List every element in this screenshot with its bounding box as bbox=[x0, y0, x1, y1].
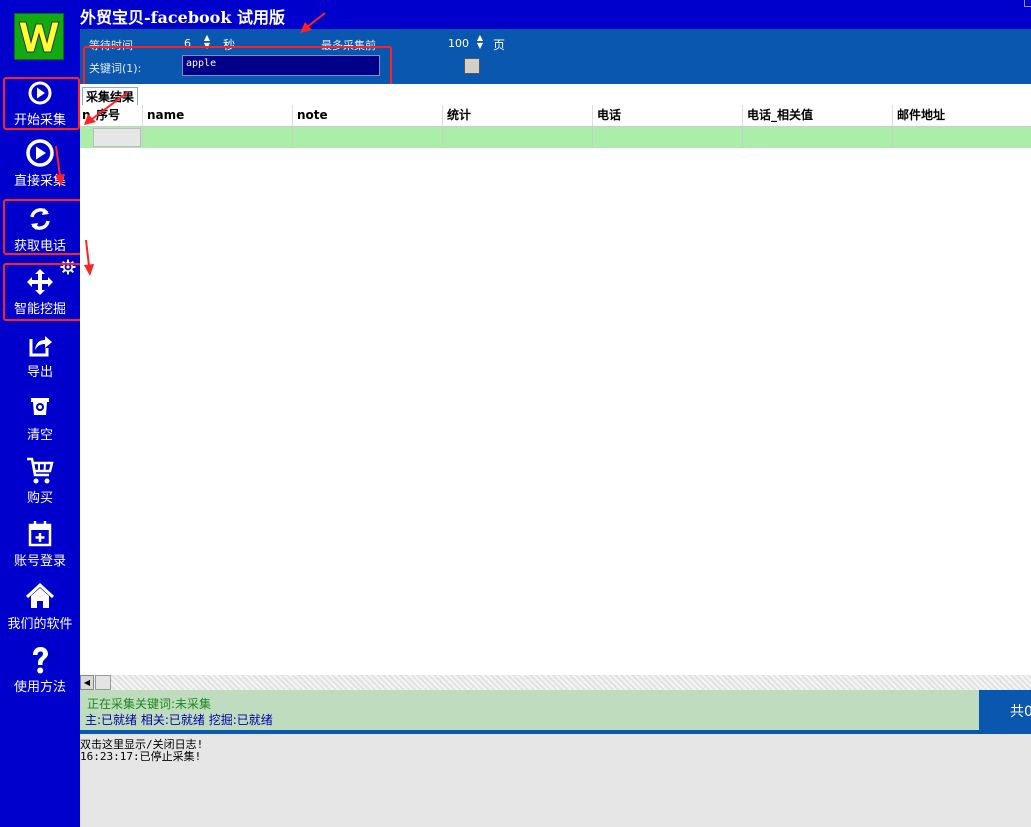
max-pages-unit: 页 bbox=[493, 38, 506, 52]
col-header-n[interactable]: n bbox=[80, 105, 94, 126]
our-software-label: 我们的软件 bbox=[7, 617, 73, 632]
collecting-status: 正在采集关键词:未采集 bbox=[87, 697, 212, 711]
account-login-label: 账号登录 bbox=[13, 554, 66, 569]
table-cell[interactable] bbox=[592, 127, 742, 148]
share-export-icon bbox=[29, 336, 52, 357]
keyword-edit-button[interactable] bbox=[464, 58, 480, 74]
table-cell[interactable] bbox=[442, 127, 592, 148]
buy-button[interactable]: 购买 bbox=[0, 454, 80, 514]
total-count: 共0 bbox=[1010, 704, 1031, 720]
app-logo bbox=[14, 13, 64, 60]
home-icon bbox=[25, 582, 55, 608]
max-pages-spinner[interactable]: ▲ ▼ bbox=[475, 34, 485, 50]
window-corner bbox=[1024, 0, 1031, 7]
col-header-phone-related[interactable]: 电话_相关值 bbox=[742, 105, 892, 126]
table-cell[interactable] bbox=[292, 127, 442, 148]
col-header-stats[interactable]: 统计 bbox=[442, 105, 592, 126]
scroll-thumb[interactable] bbox=[95, 675, 111, 690]
row-selector[interactable] bbox=[93, 128, 141, 147]
annotation-box-phone bbox=[3, 199, 82, 255]
col-header-name[interactable]: name bbox=[142, 105, 292, 126]
export-button[interactable]: 导出 bbox=[0, 328, 80, 388]
usage-button[interactable]: 使用方法 bbox=[0, 643, 80, 703]
results-grid: n 序号 name note 统计 电话 电话_相关值 邮件地址 bbox=[80, 105, 1031, 675]
question-icon bbox=[33, 647, 48, 674]
results-tabstrip: 采集结果 bbox=[80, 84, 1031, 106]
table-cell[interactable] bbox=[892, 127, 1031, 148]
direct-collect-label: 直接采集 bbox=[13, 174, 66, 189]
usage-label: 使用方法 bbox=[13, 680, 66, 695]
log-line: 16:23:17:已停止采集! bbox=[80, 750, 202, 763]
trash-icon bbox=[31, 398, 49, 415]
log-panel[interactable]: 双击这里显示/关闭日志! 16:23:17:已停止采集! bbox=[80, 734, 1031, 827]
tab-results[interactable]: 采集结果 bbox=[82, 87, 139, 106]
table-row[interactable] bbox=[80, 127, 1031, 148]
calendar-plus-icon bbox=[28, 521, 52, 547]
cart-icon bbox=[27, 457, 54, 484]
status-panel: 正在采集关键词:未采集 主:已就绪 相关:已就绪 挖掘:已就绪 bbox=[80, 690, 979, 730]
buy-label: 购买 bbox=[26, 491, 53, 506]
col-header-phone[interactable]: 电话 bbox=[592, 105, 742, 126]
direct-collect-button[interactable]: 直接采集 bbox=[0, 137, 80, 197]
total-count-panel: 共0 bbox=[979, 690, 1031, 734]
title-bar: 外贸宝贝-facebook 试用版 bbox=[80, 0, 1031, 29]
account-login-button[interactable]: 账号登录 bbox=[0, 517, 80, 577]
table-cell[interactable] bbox=[742, 127, 892, 148]
our-software-button[interactable]: 我们的软件 bbox=[0, 580, 80, 640]
play-circle-large-icon bbox=[26, 139, 54, 167]
col-header-email[interactable]: 邮件地址 bbox=[892, 105, 1031, 126]
table-cell[interactable] bbox=[142, 127, 292, 148]
clear-label: 清空 bbox=[26, 428, 53, 443]
clear-button[interactable]: 清空 bbox=[0, 391, 80, 451]
col-header-note[interactable]: note bbox=[292, 105, 442, 126]
col-header-index[interactable]: 序号 bbox=[94, 105, 142, 126]
grid-header: n 序号 name note 统计 电话 电话_相关值 邮件地址 bbox=[80, 105, 1031, 127]
scroll-left-button[interactable]: ◀ bbox=[80, 675, 94, 690]
horizontal-scrollbar[interactable]: ◀ bbox=[80, 675, 1031, 690]
ready-states: 主:已就绪 相关:已就绪 挖掘:已就绪 bbox=[85, 713, 273, 727]
annotation-box-start bbox=[3, 77, 80, 130]
app-title: 外贸宝贝-facebook 试用版 bbox=[80, 8, 286, 27]
max-pages-value[interactable]: 100 bbox=[448, 37, 469, 50]
annotation-box-mining bbox=[3, 263, 82, 321]
export-label: 导出 bbox=[26, 365, 53, 380]
